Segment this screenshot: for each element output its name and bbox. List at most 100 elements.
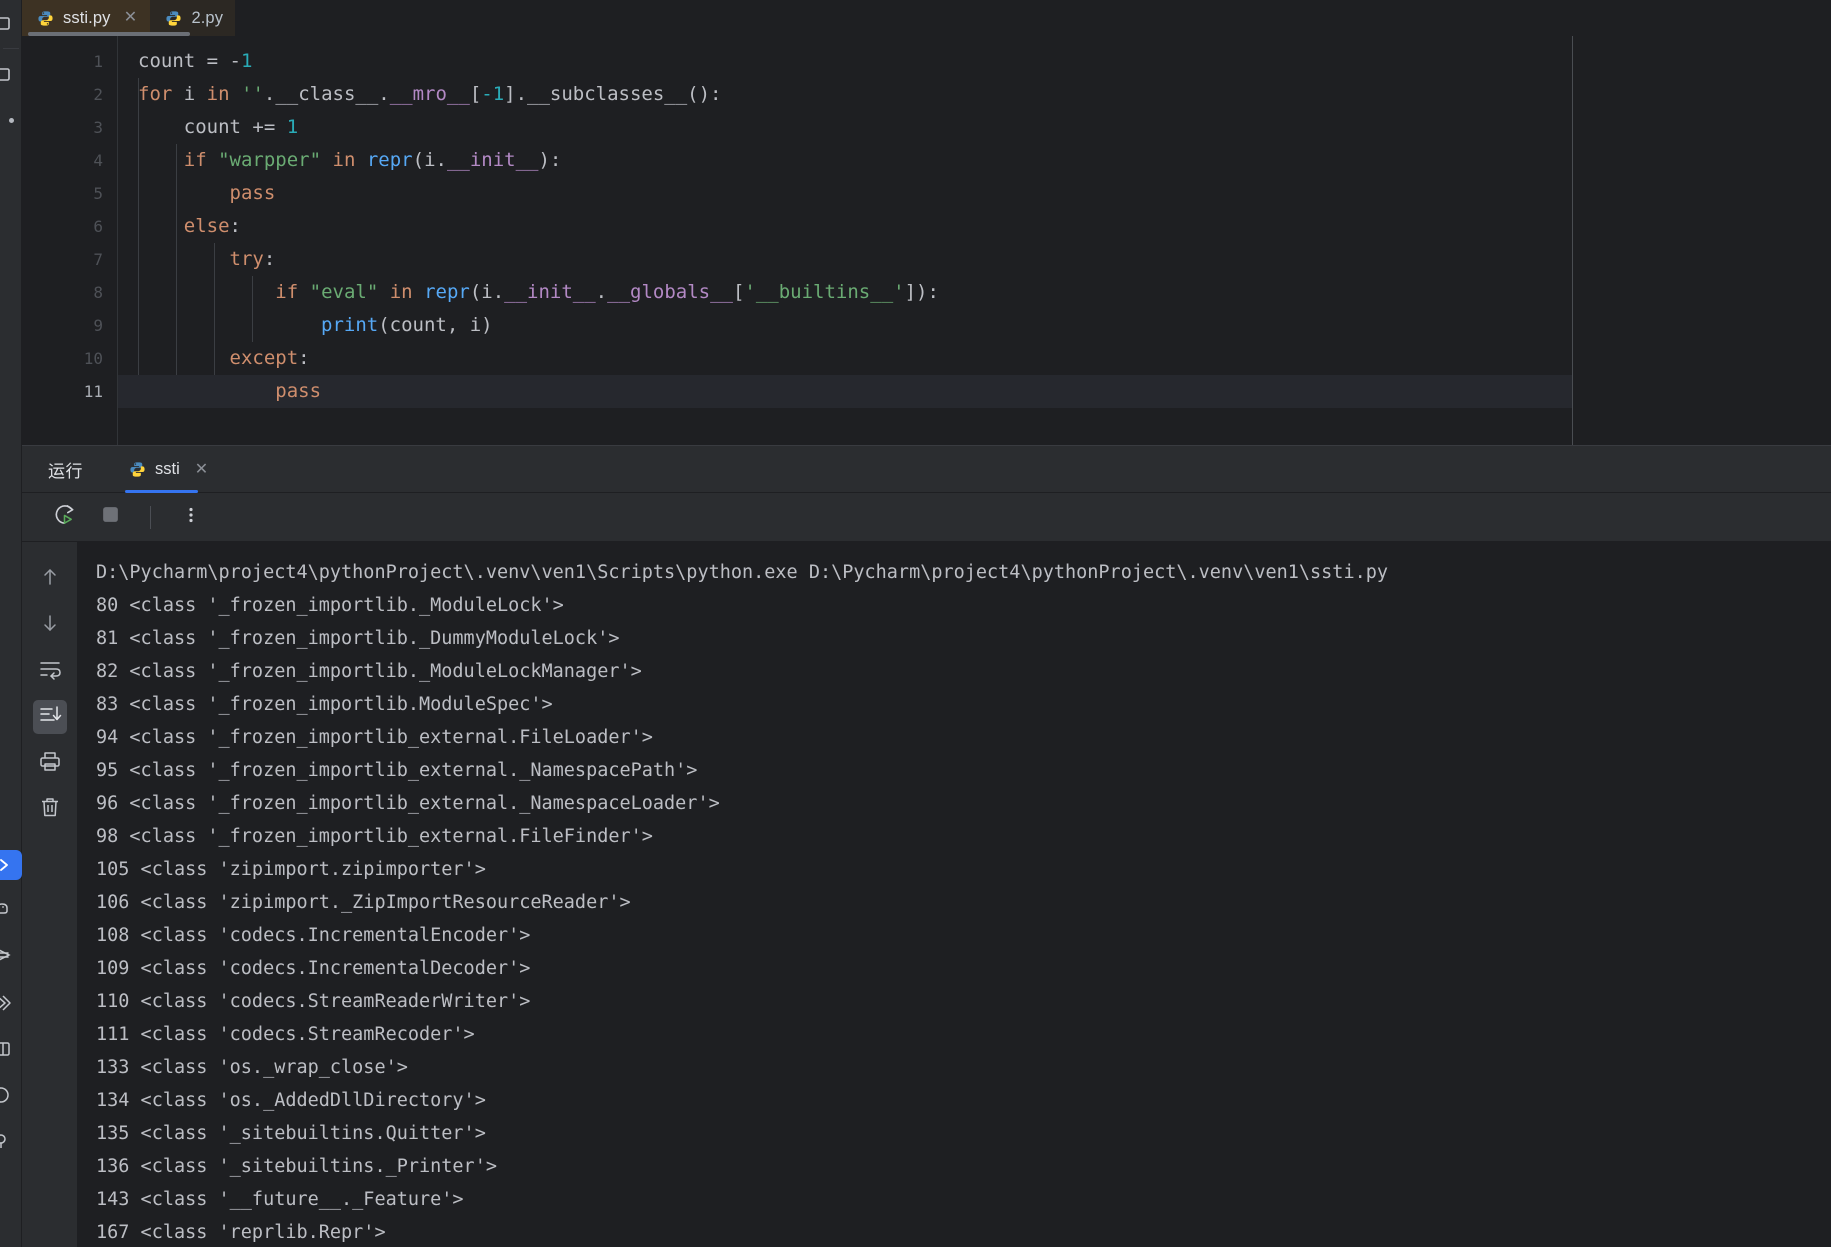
editor-tab-label: ssti.py xyxy=(63,8,111,27)
console-output-line: 109 <class 'codecs.IncrementalDecoder'> xyxy=(96,958,531,979)
run-tab-label: ssti xyxy=(155,459,180,478)
console-output[interactable]: D:\Pycharm\project4\pythonProject\.venv\… xyxy=(78,542,1831,1247)
sidebar-item-run[interactable] xyxy=(0,842,22,888)
code-token: for xyxy=(138,83,173,105)
editor-tab-2py[interactable]: 2.py xyxy=(150,0,236,36)
console-side-toolbar xyxy=(22,542,78,1247)
code-token: "warpper" xyxy=(218,149,322,171)
sidebar-item-profiler[interactable] xyxy=(0,1072,22,1118)
console-output-line: 133 <class 'os._wrap_close'> xyxy=(96,1057,408,1078)
close-icon[interactable]: ✕ xyxy=(122,10,138,26)
sidebar-item-python-packages[interactable] xyxy=(0,888,22,934)
arrow-down-icon xyxy=(39,612,61,639)
code-token: (i. xyxy=(412,149,447,171)
run-chevron-icon xyxy=(0,850,22,880)
rerun-button[interactable] xyxy=(52,505,76,529)
code-token: ]): xyxy=(904,281,939,303)
run-tool-window: 运行 ssti ✕ D:\Pycharm\project4\pythonProj… xyxy=(22,446,1831,1247)
code-token: else xyxy=(183,215,230,237)
line-number: 1 xyxy=(93,52,103,71)
sidebar-item-services[interactable] xyxy=(0,1118,22,1164)
line-number: 7 xyxy=(93,250,103,269)
run-window-title: 运行 xyxy=(48,461,83,481)
code-token: - xyxy=(229,50,241,72)
code-token: i xyxy=(172,83,207,105)
console-output-line: 135 <class '_sitebuiltins.Quitter'> xyxy=(96,1123,486,1144)
editor-tab-label: 2.py xyxy=(191,8,224,27)
editor-gutter[interactable]: 1 2 3 4 5 6 7 8 9 10 11 xyxy=(22,36,118,445)
code-token: count xyxy=(138,50,207,72)
code-token: __globals__ xyxy=(607,281,733,303)
python-config-icon xyxy=(129,461,146,478)
panel-square-icon xyxy=(0,1039,21,1059)
code-editor[interactable]: 1 2 3 4 5 6 7 8 9 10 11 count = -1 for i in ''.__cl… xyxy=(22,36,1831,446)
left-rail-top-group xyxy=(0,0,22,143)
code-token: ].__subclasses__(): xyxy=(504,83,722,105)
console-output-line: 110 <class 'codecs.StreamReaderWriter'> xyxy=(96,991,531,1012)
left-rail-bottom-group xyxy=(0,842,22,1164)
python-file-icon xyxy=(165,10,182,27)
scroll-to-end-button[interactable] xyxy=(32,700,67,734)
code-token: repr xyxy=(366,149,413,171)
print-button[interactable] xyxy=(33,746,67,780)
python-icon xyxy=(0,901,21,921)
close-icon[interactable]: ✕ xyxy=(195,459,208,479)
console-output-line: 108 <class 'codecs.IncrementalEncoder'> xyxy=(96,925,531,946)
console-output-line: 80 <class '_frozen_importlib._ModuleLock… xyxy=(96,595,564,616)
console-output-line: 95 <class '_frozen_importlib_external._N… xyxy=(96,760,698,781)
code-token: in xyxy=(206,83,230,105)
sidebar-item-terminal[interactable] xyxy=(0,934,22,980)
previous-occurrence-button[interactable] xyxy=(33,562,67,596)
next-occurrence-button[interactable] xyxy=(33,608,67,642)
line-number: 3 xyxy=(93,118,103,137)
soft-wrap-icon xyxy=(38,657,62,686)
editor-tab-ssti[interactable]: ssti.py ✕ xyxy=(22,0,151,36)
console-output-line: 96 <class '_frozen_importlib_external._N… xyxy=(96,793,720,814)
run-toolbar xyxy=(22,493,1831,542)
active-tab-indicator xyxy=(125,489,199,493)
window-panel-icon xyxy=(0,13,21,33)
dot-icon xyxy=(9,117,14,123)
console-output-line: 94 <class '_frozen_importlib_external.Fi… xyxy=(96,727,653,748)
line-number: 4 xyxy=(93,151,103,170)
window-panel-icon xyxy=(0,64,21,84)
left-tool-rail xyxy=(0,0,22,1247)
clear-all-button[interactable] xyxy=(33,792,67,826)
code-token: . xyxy=(595,281,608,303)
code-token: [ xyxy=(732,281,745,303)
run-tab-ssti[interactable]: ssti ✕ xyxy=(125,446,212,493)
code-token: = xyxy=(206,50,230,72)
sidebar-item-project[interactable] xyxy=(0,0,22,46)
sidebar-item-problems[interactable] xyxy=(0,1026,22,1072)
sidebar-item-bookmarks[interactable] xyxy=(0,97,22,143)
console-output-line: 167 <class 'reprlib.Repr'> xyxy=(96,1222,386,1243)
sidebar-item-python-console[interactable] xyxy=(0,980,22,1026)
code-token: "eval" xyxy=(309,281,379,303)
rerun-icon xyxy=(53,503,76,531)
stop-button[interactable] xyxy=(98,505,122,529)
console-output-line: 82 <class '_frozen_importlib._ModuleLock… xyxy=(96,661,642,682)
line-number: 5 xyxy=(93,184,103,203)
run-window-header: 运行 ssti ✕ xyxy=(22,446,1831,493)
scroll-to-end-icon xyxy=(38,703,62,732)
code-token: ): xyxy=(538,149,562,171)
code-token: '__builtins__' xyxy=(744,281,905,303)
soft-wrap-button[interactable] xyxy=(33,654,67,688)
code-token: print xyxy=(321,314,379,336)
sidebar-item-commit[interactable] xyxy=(0,51,22,97)
code-token: '' xyxy=(241,83,264,105)
console-output-line: 83 <class '_frozen_importlib.ModuleSpec'… xyxy=(96,694,553,715)
code-token: if xyxy=(183,149,207,171)
more-options-button[interactable] xyxy=(179,505,203,529)
